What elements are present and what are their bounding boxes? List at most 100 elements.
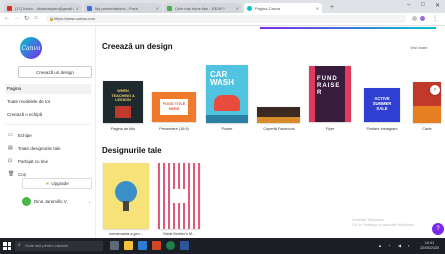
see-all-link[interactable]: Vezi toate xyxy=(410,45,428,50)
sidebar: Canva Creează un design Pagina Toate mod… xyxy=(0,26,96,238)
thumb-text: CAR WASH xyxy=(210,70,234,87)
taskbar-search-input[interactable]: Scrie aici pentru căutare xyxy=(15,241,103,251)
layers-icon: ▤ xyxy=(8,145,13,151)
chrome-icon[interactable] xyxy=(166,241,175,250)
template-label: Carte xyxy=(422,127,432,131)
user-name[interactable]: Dina Jaramillo V xyxy=(34,199,67,204)
address-bar[interactable]: https://www.canva.com xyxy=(46,15,406,23)
share-icon: ⊡ xyxy=(8,158,13,164)
folder-icon: ▭ xyxy=(8,132,13,138)
browser-tab-active[interactable]: Pagina Canva ✕ xyxy=(244,3,322,13)
forward-icon[interactable]: → xyxy=(14,15,20,21)
word-icon[interactable] xyxy=(180,241,189,250)
template-label: Poster xyxy=(221,127,233,131)
section-title-create: Creează un design xyxy=(102,42,173,51)
design-thumb[interactable] xyxy=(158,163,200,229)
avatar[interactable] xyxy=(22,197,31,206)
sidebar-item-all-designs[interactable]: Toate designurile tale xyxy=(18,146,61,151)
divider xyxy=(5,124,91,125)
thumb-graphic xyxy=(206,115,248,123)
reload-icon[interactable]: ↻ xyxy=(24,15,29,22)
lock-icon: 🔒 xyxy=(49,16,54,21)
design-thumb[interactable] xyxy=(103,163,149,229)
edge-icon[interactable] xyxy=(138,241,147,250)
activate-windows-watermark: Activate Windows Go to Settings to activ… xyxy=(352,217,415,227)
thumb-graphic xyxy=(345,66,351,122)
template-thumb[interactable]: WHEN TEACHING A LESSON xyxy=(103,81,143,123)
design-label: mentenanta a gen... xyxy=(109,232,143,236)
clock-date: 22/05/2020 xyxy=(420,246,440,250)
car-graphic xyxy=(214,95,240,111)
sidebar-item-shared[interactable]: Partajat cu tine xyxy=(18,159,48,164)
site-icon xyxy=(167,5,172,11)
upgrade-label: Upgrade xyxy=(51,181,69,186)
template-thumb[interactable]: CAR WASH xyxy=(206,65,248,123)
watermark-line: Go to Settings to activate Windows. xyxy=(352,222,416,227)
maximize-button[interactable]: □ xyxy=(421,2,425,8)
volume-icon[interactable]: ◀ xyxy=(398,243,401,248)
browser-tab[interactable]: Cele mai bune fișe - REAP? ✕ xyxy=(164,3,242,13)
task-view-icon[interactable] xyxy=(110,241,119,250)
template-thumb[interactable]: FUND RAISE R xyxy=(309,66,351,122)
search-icon: ⌕ xyxy=(18,242,21,248)
thumb-text: FOOD TITLE HERE xyxy=(160,99,188,115)
windows-start-icon[interactable] xyxy=(3,242,11,250)
trash-icon: 🗑 xyxy=(8,171,15,177)
close-tab-icon[interactable]: ✕ xyxy=(316,6,319,11)
thumb-graphic xyxy=(257,117,300,123)
browser-tab-bar: (17) Inbox - dinomaryam@gmail.co ✕ My pr… xyxy=(0,0,445,13)
sidebar-item-create-team[interactable]: Creează o echipă xyxy=(7,112,42,117)
thumb-text: FUND RAISE R xyxy=(317,76,341,96)
template-thumb[interactable] xyxy=(257,107,300,123)
menu-icon[interactable]: ⋮ xyxy=(432,15,438,22)
browser-tab[interactable]: My presentations - Prezi ✕ xyxy=(84,3,162,13)
template-label: Postare Instagram xyxy=(366,127,398,131)
sidebar-item-templates[interactable]: Toate modelele de tot xyxy=(7,99,50,104)
sidebar-item-trash[interactable]: Coș xyxy=(18,172,26,177)
tab-label: Pagina Canva xyxy=(255,5,281,11)
minimize-button[interactable]: – xyxy=(407,2,410,8)
close-window-button[interactable]: ✕ xyxy=(435,2,440,9)
accent-bar xyxy=(260,27,436,29)
thumb-text: ACTIVE SUMMER SALE xyxy=(372,96,392,111)
profile-avatar[interactable] xyxy=(420,16,425,21)
template-label: Copertă Facebook xyxy=(263,127,295,131)
sidebar-item-home[interactable]: Pagina xyxy=(5,84,91,94)
browser-tab[interactable]: (17) Inbox - dinomaryam@gmail.co ✕ xyxy=(4,3,82,13)
file-explorer-icon[interactable] xyxy=(124,241,133,250)
canva-logo[interactable]: Canva xyxy=(20,37,42,59)
new-tab-button[interactable]: + xyxy=(330,4,334,11)
template-thumb[interactable]: FOOD TITLE HERE xyxy=(152,92,196,122)
back-icon[interactable]: ← xyxy=(4,15,10,21)
gmail-icon xyxy=(7,5,12,11)
template-label: Flyer xyxy=(325,127,335,131)
next-arrow-button[interactable]: › xyxy=(430,85,440,95)
tab-label: (17) Inbox - dinomaryam@gmail.co xyxy=(15,5,74,11)
language-icon[interactable]: ▪ xyxy=(408,243,409,248)
template-thumb[interactable]: ACTIVE SUMMER SALE xyxy=(364,88,400,122)
sidebar-item-teams[interactable]: Echipe xyxy=(18,133,32,138)
tab-label: Cele mai bune fișe - REAP? xyxy=(175,5,225,11)
section-title-your-designs: Designurile tale xyxy=(102,146,162,155)
create-design-button[interactable]: Creează un design xyxy=(18,66,92,78)
close-tab-icon[interactable]: ✕ xyxy=(76,6,79,11)
extension-icon[interactable] xyxy=(412,16,417,21)
network-icon[interactable]: ▲ xyxy=(378,243,382,248)
tab-label: My presentations - Prezi xyxy=(95,5,139,11)
help-button[interactable]: ? xyxy=(432,223,444,235)
close-tab-icon[interactable]: ✕ xyxy=(156,6,159,11)
home-icon[interactable]: ⌂ xyxy=(34,15,38,21)
powerpoint-icon[interactable] xyxy=(152,241,161,250)
thumb-graphic xyxy=(115,106,131,118)
thumb-graphic xyxy=(413,106,441,123)
taskbar: Scrie aici pentru căutare ⌕ ▲ ◔ ◀ ▪ 10:4… xyxy=(0,238,445,254)
wifi-icon[interactable]: ◔ xyxy=(388,243,390,248)
clock[interactable]: 10:41 22/05/2020 xyxy=(420,241,439,251)
thumb-graphic xyxy=(172,189,186,203)
upgrade-button[interactable]: ★ Upgrade xyxy=(22,178,92,189)
thumb-text: WHEN TEACHING A LESSON xyxy=(111,89,135,102)
chevron-down-icon[interactable]: ⌄ xyxy=(88,199,91,204)
prezi-icon xyxy=(87,5,92,11)
close-tab-icon[interactable]: ✕ xyxy=(236,6,239,11)
template-label: Prezentare (16:9) xyxy=(159,127,189,131)
